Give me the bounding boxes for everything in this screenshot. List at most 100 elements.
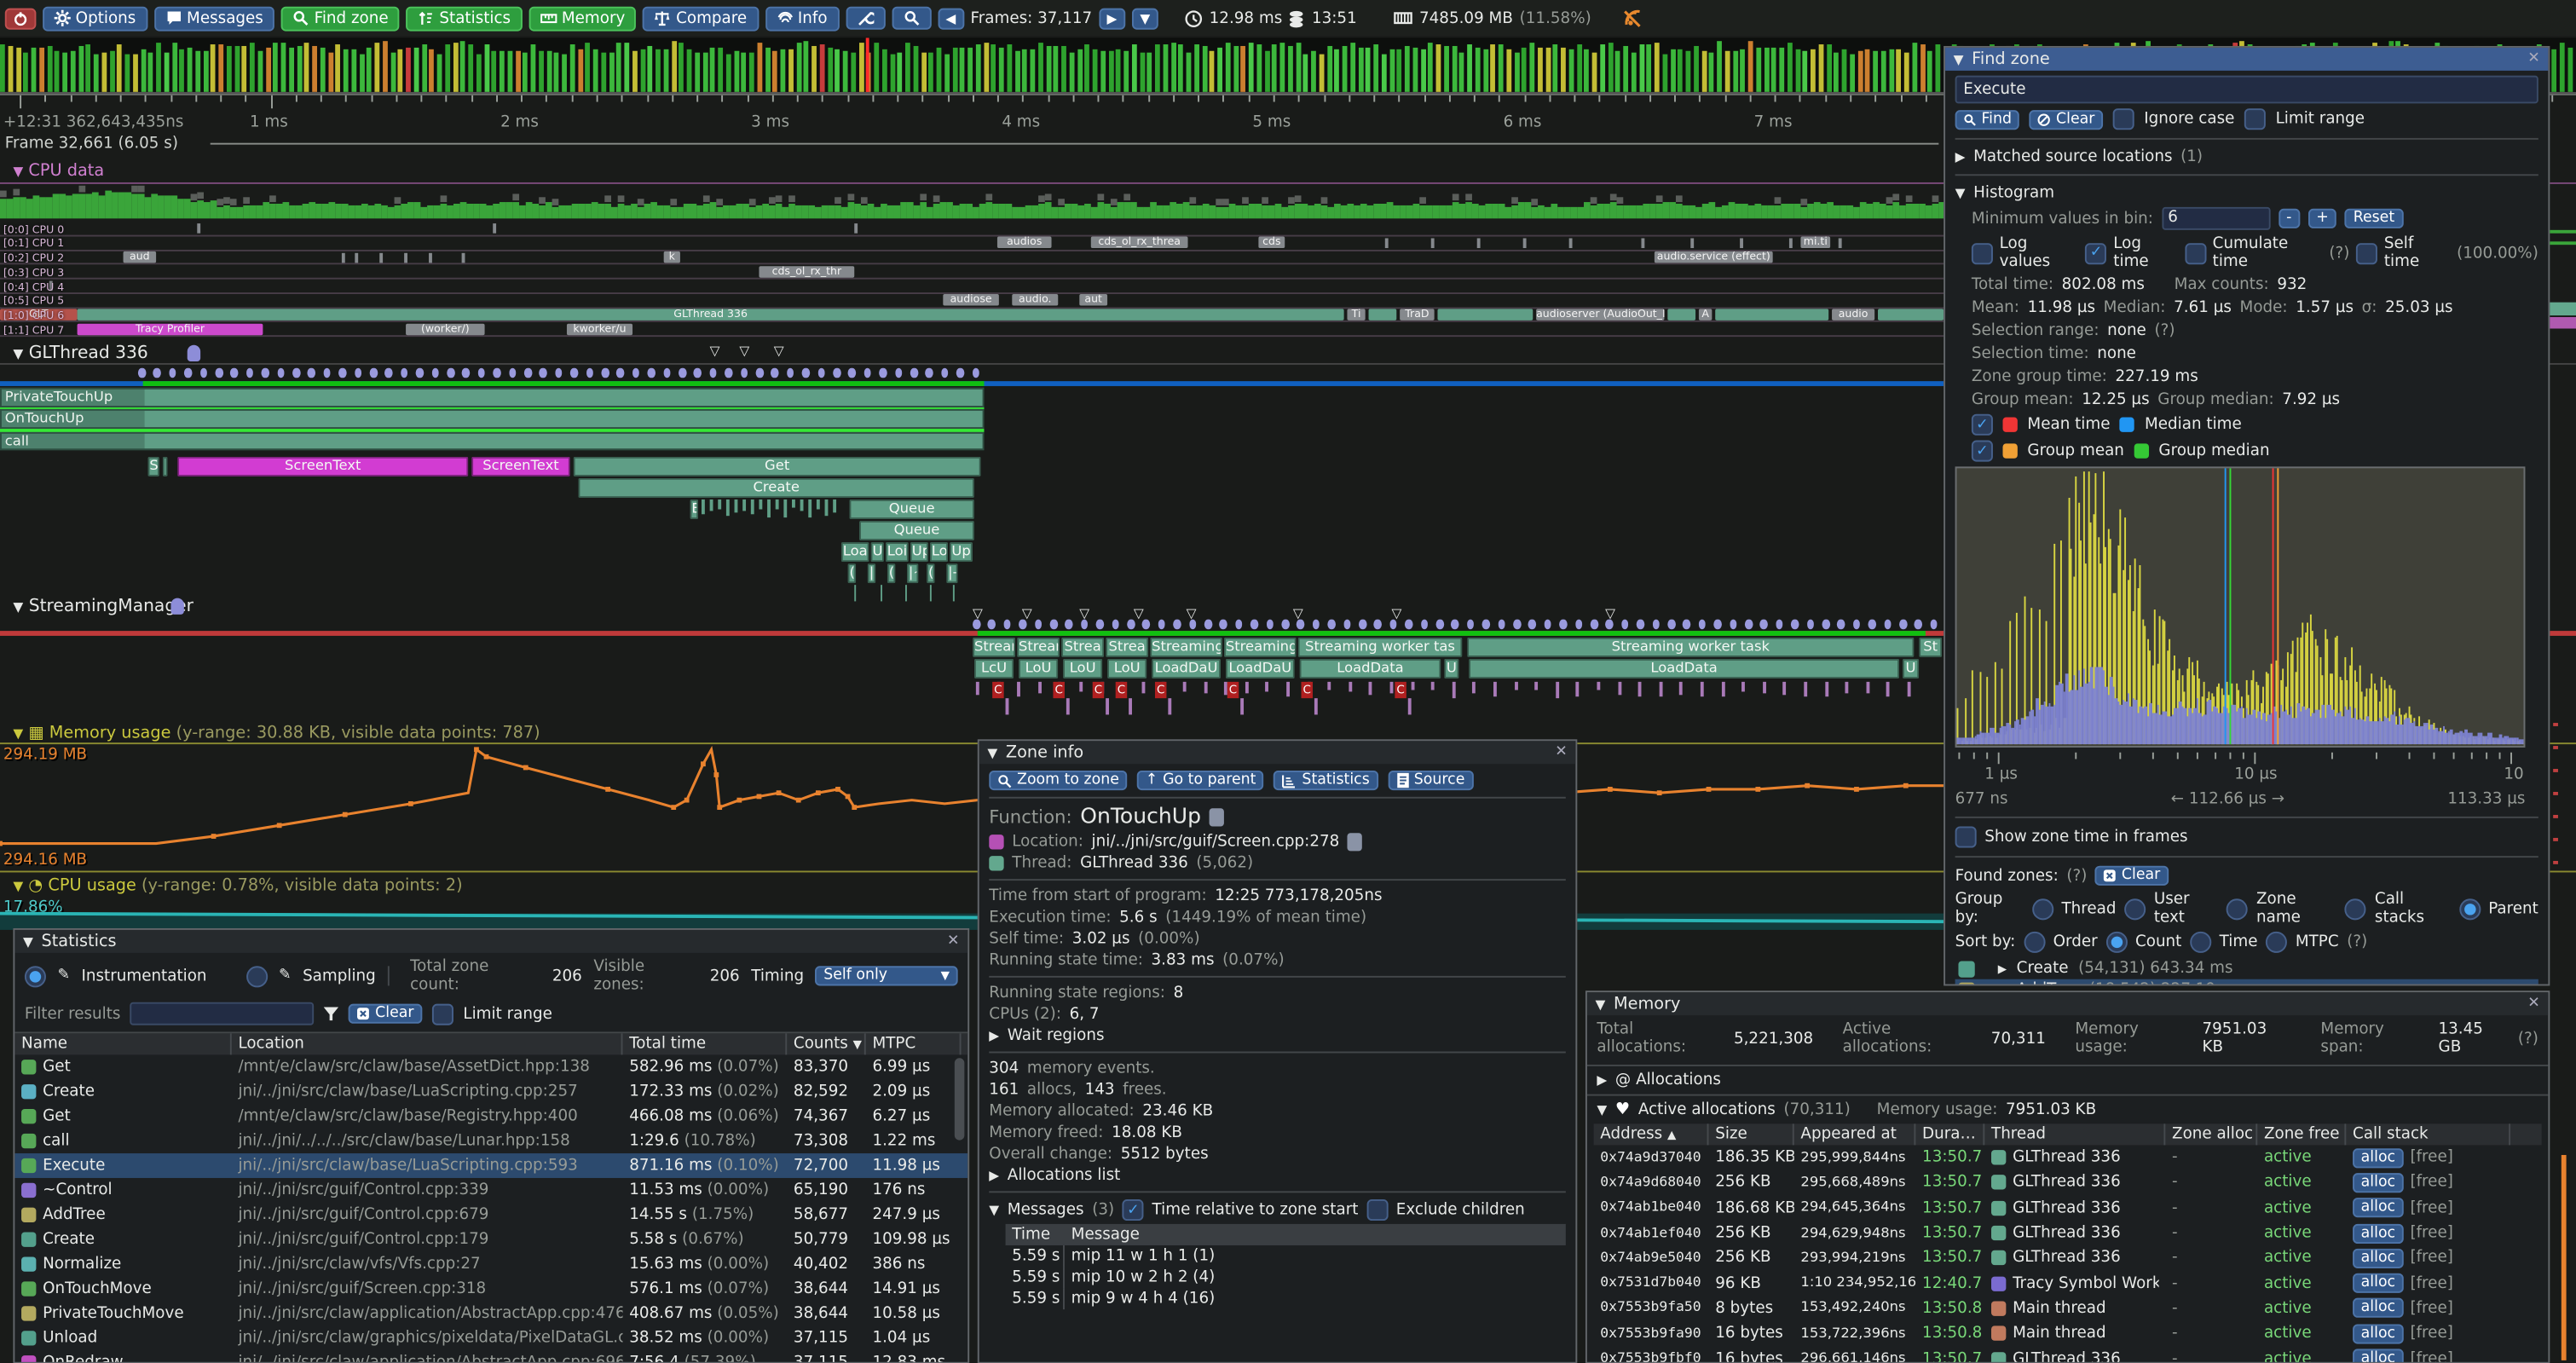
cpu-zone[interactable]: audios xyxy=(997,237,1052,248)
close-icon[interactable]: ✕ xyxy=(1555,744,1568,760)
find-zone-search-input[interactable]: Execute xyxy=(1955,76,2538,104)
collapse-icon[interactable]: ▼ xyxy=(1954,52,1964,66)
error-zone[interactable]: C xyxy=(1053,682,1064,698)
alloc-callstack-button[interactable]: alloc xyxy=(2353,1324,2404,1343)
memory-button[interactable]: Memory xyxy=(528,6,637,31)
group-by-radio-zone-name[interactable] xyxy=(2227,898,2248,919)
error-zone[interactable]: C xyxy=(1093,682,1104,698)
limit-range-checkbox[interactable] xyxy=(432,1003,453,1025)
alloc-callstack-button[interactable]: alloc xyxy=(2353,1173,2404,1193)
timeline-zone[interactable]: LoadData xyxy=(1469,659,1899,679)
column-header-size[interactable]: Size xyxy=(1708,1123,1793,1145)
close-icon[interactable]: ✕ xyxy=(947,933,960,950)
zone-group-row[interactable]: ▶Create(54,131) 643.34 ms xyxy=(1955,958,2538,979)
mean-time-checkbox[interactable]: ✓ xyxy=(1972,414,1993,436)
sort-by-radio-count[interactable] xyxy=(2105,932,2127,953)
timing-select[interactable]: Self only ▼ xyxy=(816,966,958,985)
stack-zone[interactable]: OnTouchUp xyxy=(0,409,985,428)
sort-by-radio-order[interactable] xyxy=(2024,932,2045,953)
column-header-location[interactable]: Location xyxy=(232,1033,623,1054)
collapse-icon[interactable]: ▼ xyxy=(1596,996,1606,1011)
allocation-row[interactable]: 0x74ab1ef040256 KB294,629,948ns13:50.7GL… xyxy=(1594,1221,2542,1245)
zone-marker-icon[interactable]: ▽ xyxy=(710,344,720,358)
collapse-icon[interactable]: ▼ xyxy=(13,165,23,179)
column-header-name[interactable]: Name xyxy=(14,1033,231,1054)
log-time-checkbox[interactable]: ✓ xyxy=(2086,242,2107,263)
table-row[interactable]: Createjni/../jni/src/guif/Control.cpp:17… xyxy=(14,1227,967,1252)
cpu-zone[interactable]: Ti xyxy=(1347,309,1365,320)
column-header-mtpc[interactable]: MTPC xyxy=(866,1033,962,1054)
fz-limit-range-checkbox[interactable] xyxy=(2244,108,2266,130)
timeline-zone[interactable]: ( xyxy=(927,563,935,582)
allocation-row[interactable]: 0x74ab1be040186.68 KB294,645,364ns13:50.… xyxy=(1594,1195,2542,1220)
reset-button[interactable]: Reset xyxy=(2345,209,2403,228)
close-icon[interactable]: ✕ xyxy=(2527,996,2540,1012)
memory-usage-chart[interactable] xyxy=(0,742,1944,870)
column-header-address[interactable]: Address▲ xyxy=(1594,1123,1709,1145)
message-row[interactable]: 5.59 smip 11 w 1 h 1 (1) xyxy=(1006,1245,1566,1267)
cpu-zone[interactable]: aut xyxy=(1079,294,1107,305)
show-zone-time-checkbox[interactable] xyxy=(1955,826,1977,847)
error-zone[interactable]: C xyxy=(992,682,1003,698)
message-row[interactable]: 5.59 smip 10 w 2 h 2 (4) xyxy=(1006,1267,1566,1288)
timeline-zone[interactable]: U xyxy=(871,542,884,561)
timeline-zone[interactable]: Strean xyxy=(973,638,1015,657)
clipboard-icon[interactable] xyxy=(1210,808,1224,826)
message-row[interactable]: 5.59 smip 9 w 4 h 4 (16) xyxy=(1006,1288,1566,1309)
error-zone[interactable]: C xyxy=(1155,682,1166,698)
help-icon[interactable]: (?) xyxy=(2329,244,2349,262)
alloc-callstack-button[interactable]: alloc xyxy=(2353,1298,2404,1318)
expand-icon[interactable]: ▶ xyxy=(1998,962,2007,974)
cpu-zone[interactable] xyxy=(1667,309,1695,320)
cpu-zone[interactable]: audio.service (effect) xyxy=(1655,251,1773,263)
timeline-zone[interactable] xyxy=(163,457,168,476)
timeline-zone[interactable]: | xyxy=(868,563,876,582)
allocation-row[interactable]: 0x7553b9fbf016 bytes296,661,146ns13:50.7… xyxy=(1594,1346,2542,1363)
timeline-zone[interactable]: LoadDaU xyxy=(1226,659,1295,679)
timeline-zone[interactable]: Up xyxy=(950,542,973,561)
cpu-zone[interactable]: mi.ti xyxy=(1800,237,1830,248)
cpu-zone[interactable]: audio. xyxy=(1012,294,1058,305)
ignore-case-checkbox[interactable] xyxy=(2113,108,2134,130)
tools-button[interactable] xyxy=(846,7,885,30)
timeline-zone[interactable]: U xyxy=(1903,659,1919,679)
collapse-icon[interactable]: ▼ xyxy=(13,347,23,361)
zoom-to-zone-button[interactable]: Zoom to zone xyxy=(989,771,1127,790)
timeline-zone[interactable]: U xyxy=(1444,659,1458,679)
help-icon[interactable]: (?) xyxy=(2518,1030,2538,1048)
error-zone[interactable]: C xyxy=(1395,682,1406,698)
help-icon[interactable]: (?) xyxy=(2154,322,2175,340)
cpu-row[interactable]: [0:4] CPU 4 xyxy=(0,280,1944,294)
alloc-callstack-button[interactable]: alloc xyxy=(2353,1223,2404,1243)
table-row[interactable]: OnTouchMovejni/../jni/src/guif/Screen.cp… xyxy=(14,1277,967,1302)
error-zone[interactable]: C xyxy=(1302,682,1313,698)
group-mean-checkbox[interactable]: ✓ xyxy=(1972,441,1993,462)
clipboard-icon[interactable] xyxy=(1348,833,1362,851)
sort-by-radio-time[interactable] xyxy=(2190,932,2211,953)
alloc-callstack-button[interactable]: alloc xyxy=(2353,1273,2404,1293)
group-by-radio-thread[interactable] xyxy=(2032,898,2053,919)
cumulate-checkbox[interactable] xyxy=(2185,242,2206,263)
cpu-row[interactable]: audioscds_ol_rx_threacdsmi.ti[0:1] CPU 1 xyxy=(0,236,1944,251)
sort-by-radio-mtpc[interactable] xyxy=(2266,932,2287,953)
help-icon[interactable]: (?) xyxy=(2066,867,2087,885)
collapse-icon[interactable]: ▼ xyxy=(13,600,23,615)
table-row[interactable]: Unloadjni/../jni/src/claw/graphics/pixel… xyxy=(14,1325,967,1350)
collapse-icon[interactable]: ▼ xyxy=(13,726,23,741)
time-relative-checkbox[interactable]: ✓ xyxy=(1123,1199,1144,1221)
self-time-checkbox[interactable] xyxy=(2356,242,2377,263)
options-button[interactable]: Options xyxy=(43,6,147,31)
timeline-zone[interactable]: Streaming xyxy=(1224,638,1297,657)
timeline-zone[interactable]: Lo xyxy=(930,542,948,561)
wait-regions-expander[interactable]: ▶Wait regions xyxy=(989,1027,1566,1045)
timeline-zone[interactable]: LoU xyxy=(1063,659,1102,679)
cpu-zone[interactable]: cds_ol_rx_thr xyxy=(759,266,854,277)
group-by-radio-call-stacks[interactable] xyxy=(2345,898,2366,919)
compare-button[interactable]: Compare xyxy=(644,6,759,31)
find-button[interactable]: Find xyxy=(1955,109,2020,129)
column-header-dura-[interactable]: Dura… xyxy=(1915,1123,1984,1145)
timeline-zone[interactable]: Strea xyxy=(1106,638,1148,657)
error-zone[interactable]: C xyxy=(1116,682,1127,698)
cpu-zone[interactable] xyxy=(1878,309,1944,320)
zoom-tool-button[interactable] xyxy=(892,7,931,30)
